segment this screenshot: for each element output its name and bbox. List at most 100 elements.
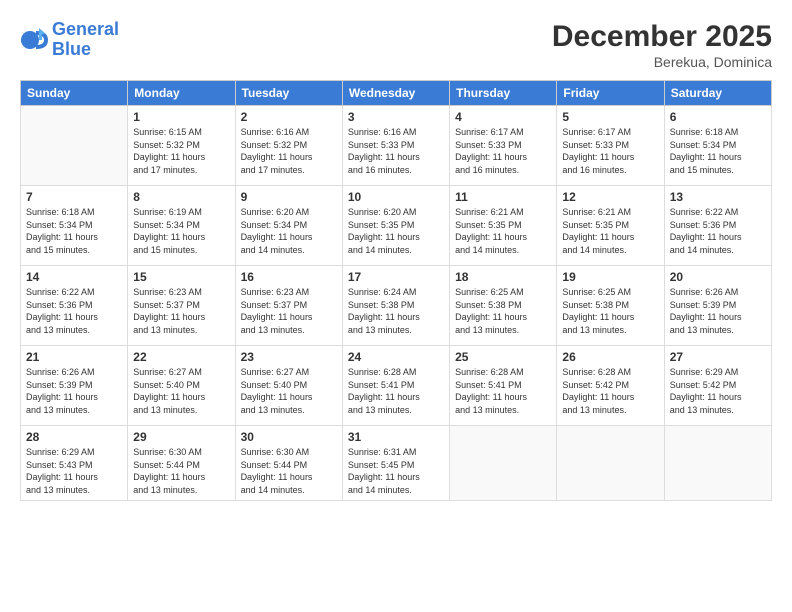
table-row: 27 Sunrise: 6:29 AMSunset: 5:42 PMDayligh… [664,346,771,426]
day-info: Sunrise: 6:17 AMSunset: 5:33 PMDaylight:… [562,126,658,176]
table-row: 21 Sunrise: 6:26 AMSunset: 5:39 PMDayligh… [21,346,128,426]
day-number: 9 [241,190,337,204]
calendar-header-row: Sunday Monday Tuesday Wednesday Thursday… [21,81,772,106]
header-friday: Friday [557,81,664,106]
day-number: 26 [562,350,658,364]
day-info: Sunrise: 6:22 AMSunset: 5:36 PMDaylight:… [26,286,122,336]
day-info: Sunrise: 6:27 AMSunset: 5:40 PMDaylight:… [241,366,337,416]
day-info: Sunrise: 6:23 AMSunset: 5:37 PMDaylight:… [241,286,337,336]
table-row: 19 Sunrise: 6:25 AMSunset: 5:38 PMDayligh… [557,266,664,346]
logo-icon [20,26,48,54]
table-row: 12Sunrise: 6:21 AMSunset: 5:35 PMDayligh… [557,186,664,266]
table-row: 14 Sunrise: 6:22 AMSunset: 5:36 PMDayligh… [21,266,128,346]
logo-line2: Blue [52,39,91,59]
day-number: 21 [26,350,122,364]
day-info: Sunrise: 6:16 AMSunset: 5:33 PMDaylight:… [348,126,444,176]
day-number: 6 [670,110,766,124]
table-row: 29 Sunrise: 6:30 AMSunset: 5:44 PMDayligh… [128,426,235,501]
day-number: 3 [348,110,444,124]
day-number: 19 [562,270,658,284]
day-number: 30 [241,430,337,444]
day-number: 18 [455,270,551,284]
day-info: Sunrise: 6:25 AMSunset: 5:38 PMDaylight:… [455,286,551,336]
day-info: Sunrise: 6:19 AMSunset: 5:34 PMDaylight:… [133,206,229,256]
table-row: 1 Sunrise: 6:15 AMSunset: 5:32 PMDaylight… [128,106,235,186]
day-number: 20 [670,270,766,284]
table-row [664,426,771,501]
table-row: 9 Sunrise: 6:20 AMSunset: 5:34 PMDaylight… [235,186,342,266]
table-row: 8Sunrise: 6:19 AMSunset: 5:34 PMDaylight… [128,186,235,266]
day-number: 4 [455,110,551,124]
logo-text: General Blue [52,20,119,60]
table-row: 11 Sunrise: 6:21 AMSunset: 5:35 PMDayligh… [450,186,557,266]
table-row: 22 Sunrise: 6:27 AMSunset: 5:40 PMDayligh… [128,346,235,426]
day-number: 25 [455,350,551,364]
table-row: 24 Sunrise: 6:28 AMSunset: 5:41 PMDayligh… [342,346,449,426]
day-number: 22 [133,350,229,364]
day-info: Sunrise: 6:27 AMSunset: 5:40 PMDaylight:… [133,366,229,416]
day-info: Sunrise: 6:17 AMSunset: 5:33 PMDaylight:… [455,126,551,176]
day-number: 2 [241,110,337,124]
day-number: 17 [348,270,444,284]
day-info: Sunrise: 6:21 AMSunset: 5:35 PMDaylight:… [562,206,658,256]
day-info: Sunrise: 6:21 AMSunset: 5:35 PMDaylight:… [455,206,551,256]
table-row [450,426,557,501]
day-number: 5 [562,110,658,124]
logo: General Blue [20,20,119,60]
day-info: Sunrise: 6:30 AMSunset: 5:44 PMDaylight:… [133,446,229,496]
day-number: 24 [348,350,444,364]
header-wednesday: Wednesday [342,81,449,106]
day-info: Sunrise: 6:23 AMSunset: 5:37 PMDaylight:… [133,286,229,336]
day-number: 13 [670,190,766,204]
day-number: 1 [133,110,229,124]
logo-line1: General [52,19,119,39]
day-number: 16 [241,270,337,284]
header-thursday: Thursday [450,81,557,106]
day-number: 27 [670,350,766,364]
day-info: Sunrise: 6:29 AMSunset: 5:42 PMDaylight:… [670,366,766,416]
day-info: Sunrise: 6:22 AMSunset: 5:36 PMDaylight:… [670,206,766,256]
table-row: 15 Sunrise: 6:23 AMSunset: 5:37 PMDayligh… [128,266,235,346]
day-number: 28 [26,430,122,444]
calendar-table: Sunday Monday Tuesday Wednesday Thursday… [20,80,772,501]
table-row: 16 Sunrise: 6:23 AMSunset: 5:37 PMDayligh… [235,266,342,346]
table-row: 26Sunrise: 6:28 AMSunset: 5:42 PMDayligh… [557,346,664,426]
header-sunday: Sunday [21,81,128,106]
table-row: 3 Sunrise: 6:16 AMSunset: 5:33 PMDaylight… [342,106,449,186]
day-number: 11 [455,190,551,204]
table-row: 23Sunrise: 6:27 AMSunset: 5:40 PMDayligh… [235,346,342,426]
table-row: 30 Sunrise: 6:30 AMSunset: 5:44 PMDayligh… [235,426,342,501]
month-title: December 2025 [552,20,772,54]
day-info: Sunrise: 6:30 AMSunset: 5:44 PMDaylight:… [241,446,337,496]
day-number: 10 [348,190,444,204]
table-row [21,106,128,186]
day-number: 14 [26,270,122,284]
header-tuesday: Tuesday [235,81,342,106]
day-info: Sunrise: 6:29 AMSunset: 5:43 PMDaylight:… [26,446,122,496]
table-row: 5 Sunrise: 6:17 AMSunset: 5:33 PMDaylight… [557,106,664,186]
day-number: 7 [26,190,122,204]
day-number: 31 [348,430,444,444]
table-row: 28 Sunrise: 6:29 AMSunset: 5:43 PMDayligh… [21,426,128,501]
day-info: Sunrise: 6:26 AMSunset: 5:39 PMDaylight:… [670,286,766,336]
day-number: 29 [133,430,229,444]
page: General Blue December 2025 Berekua, Domi… [0,0,792,612]
table-row: 17Sunrise: 6:24 AMSunset: 5:38 PMDayligh… [342,266,449,346]
day-info: Sunrise: 6:28 AMSunset: 5:41 PMDaylight:… [348,366,444,416]
day-info: Sunrise: 6:15 AMSunset: 5:32 PMDaylight:… [133,126,229,176]
table-row: 25 Sunrise: 6:28 AMSunset: 5:41 PMDayligh… [450,346,557,426]
day-info: Sunrise: 6:20 AMSunset: 5:34 PMDaylight:… [241,206,337,256]
title-block: December 2025 Berekua, Dominica [552,20,772,70]
header-saturday: Saturday [664,81,771,106]
day-info: Sunrise: 6:16 AMSunset: 5:32 PMDaylight:… [241,126,337,176]
table-row: 2 Sunrise: 6:16 AMSunset: 5:32 PMDaylight… [235,106,342,186]
table-row: 6 Sunrise: 6:18 AMSunset: 5:34 PMDaylight… [664,106,771,186]
day-info: Sunrise: 6:25 AMSunset: 5:38 PMDaylight:… [562,286,658,336]
header: General Blue December 2025 Berekua, Domi… [20,20,772,70]
table-row: 13 Sunrise: 6:22 AMSunset: 5:36 PMDayligh… [664,186,771,266]
table-row: 7Sunrise: 6:18 AMSunset: 5:34 PMDaylight… [21,186,128,266]
day-info: Sunrise: 6:18 AMSunset: 5:34 PMDaylight:… [670,126,766,176]
day-number: 15 [133,270,229,284]
day-info: Sunrise: 6:28 AMSunset: 5:41 PMDaylight:… [455,366,551,416]
day-info: Sunrise: 6:26 AMSunset: 5:39 PMDaylight:… [26,366,122,416]
